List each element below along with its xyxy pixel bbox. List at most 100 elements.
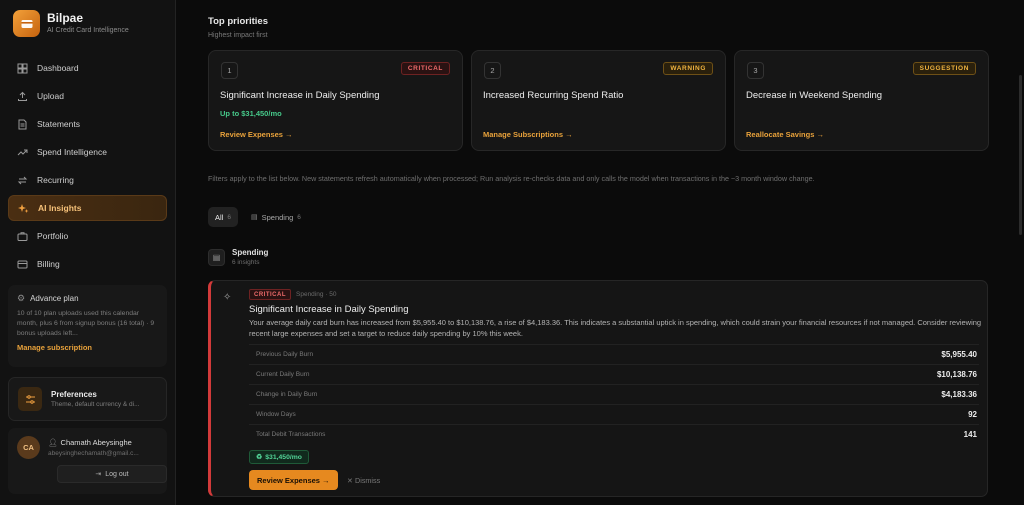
tab-label: Spending — [261, 212, 294, 222]
preferences-title: Preferences — [51, 390, 97, 399]
preferences-subtitle: Theme, default currency & di... — [51, 401, 140, 408]
manage-subscription-link[interactable]: Manage subscription — [17, 343, 158, 352]
metric-value: $4,183.36 — [941, 390, 977, 399]
metric-row: Change in Daily Burn $4,183.36 — [249, 384, 979, 404]
metrics-table: Previous Daily Burn $5,955.40 Current Da… — [249, 344, 979, 444]
sidebar-item-dashboard[interactable]: Dashboard — [8, 55, 167, 81]
filter-tabs: All 6 ▤ Spending 6 — [208, 207, 314, 227]
close-icon: ✕ — [347, 476, 356, 485]
severity-badge: CRITICAL — [400, 62, 450, 75]
sidebar-item-label: AI Insights — [38, 203, 82, 213]
document-icon: ▤ — [250, 214, 258, 221]
plan-title: Advance plan — [30, 294, 79, 303]
sidebar: Bilpae AI Credit Card Intelligence Dashb… — [0, 0, 176, 505]
severity-badge: SUGGESTION — [912, 62, 976, 75]
impact-amount-chip: ♻︎ $31,450/mo — [249, 450, 309, 464]
insight-meta: Spending · 50 — [296, 291, 337, 298]
severity-badge: WARNING — [663, 62, 713, 75]
insight-card: ✧ CRITICAL Spending · 50 Significant Inc… — [208, 280, 988, 497]
briefcase-icon — [16, 230, 28, 242]
priority-amount: Up to $31,450/mo — [220, 109, 282, 118]
priority-card[interactable]: 3 SUGGESTION Decrease in Weekend Spendin… — [734, 50, 989, 151]
group-title: Spending — [232, 248, 269, 257]
sidebar-item-label: Portfolio — [37, 231, 69, 241]
avatar: CA — [17, 436, 40, 459]
sidebar-item-statements[interactable]: Statements — [8, 111, 167, 137]
section-subtitle: Highest impact first — [208, 32, 268, 39]
priority-action-link[interactable]: Review Expenses → — [220, 130, 293, 139]
insight-title: Significant Increase in Daily Spending — [249, 304, 409, 315]
document-icon — [16, 118, 28, 130]
tab-spending[interactable]: ▤ Spending 6 — [244, 207, 308, 227]
tab-label: All — [215, 212, 224, 222]
scrollbar[interactable] — [1019, 75, 1022, 235]
plan-panel: ⚙ Advance plan 10 of 10 plan uploads use… — [8, 285, 167, 367]
group-count: 6 insights — [232, 259, 260, 266]
sidebar-item-spend-intelligence[interactable]: Spend Intelligence — [8, 139, 167, 165]
sidebar-item-recurring[interactable]: Recurring — [8, 167, 167, 193]
severity-badge: CRITICAL — [249, 289, 291, 300]
logo-icon — [13, 10, 40, 37]
preferences-button[interactable]: Preferences Theme, default currency & di… — [8, 377, 167, 421]
metric-label: Window Days — [256, 411, 296, 418]
brand-tagline: AI Credit Card Intelligence — [47, 27, 129, 34]
dismiss-label: Dismiss — [355, 476, 381, 485]
gear-icon: ⚙ — [17, 293, 26, 303]
user-name: Chamath Abeysinghe — [60, 438, 132, 447]
insight-description: Your average daily card burn has increas… — [249, 318, 982, 338]
priority-action-link[interactable]: Manage Subscriptions → — [483, 130, 573, 139]
metric-row: Window Days 92 — [249, 404, 979, 424]
sidebar-item-ai-insights[interactable]: AI Insights — [8, 195, 167, 221]
tab-all[interactable]: All 6 — [208, 207, 238, 227]
filter-note: Filters apply to the list below. New sta… — [208, 174, 815, 183]
priority-title: Decrease in Weekend Spending — [746, 90, 883, 101]
sidebar-item-portfolio[interactable]: Portfolio — [8, 223, 167, 249]
repeat-icon — [16, 174, 28, 186]
card-icon — [16, 258, 28, 270]
sidebar-item-label: Dashboard — [37, 63, 79, 73]
priority-number: 2 — [484, 62, 501, 79]
logout-button[interactable]: ⇥ Log out — [57, 465, 167, 483]
metric-row: Current Daily Burn $10,138.76 — [249, 364, 979, 384]
metric-row: Previous Daily Burn $5,955.40 — [249, 344, 979, 364]
priority-card[interactable]: 1 CRITICAL Significant Increase in Daily… — [208, 50, 463, 151]
review-expenses-button[interactable]: Review Expenses → — [249, 470, 338, 490]
tab-count: 6 — [227, 213, 231, 221]
sidebar-item-billing[interactable]: Billing — [8, 251, 167, 277]
upload-icon — [16, 90, 28, 102]
piggy-bank-icon: ♻︎ — [256, 454, 263, 461]
document-icon: ▤ — [208, 248, 225, 266]
logout-label: Log out — [105, 470, 129, 478]
logout-icon: ⇥ — [95, 471, 102, 478]
sidebar-item-label: Billing — [37, 259, 60, 269]
sparkle-icon — [17, 202, 29, 214]
user-panel: CA 👤︎ Chamath Abeysinghe abeysinghechamat… — [8, 428, 167, 494]
main-content: Top priorities Highest impact first 1 CR… — [177, 0, 1024, 505]
impact-amount: $31,450/mo — [265, 453, 302, 461]
group-header: ▤ Spending 6 insights — [208, 248, 268, 266]
sliders-icon — [18, 387, 42, 411]
metric-value: $10,138.76 — [936, 370, 977, 379]
sidebar-item-upload[interactable]: Upload — [8, 83, 167, 109]
section-title: Top priorities — [208, 16, 268, 27]
dismiss-button[interactable]: ✕ Dismiss — [347, 476, 380, 485]
priority-number: 3 — [747, 62, 764, 79]
metric-row: Total Debit Transactions 141 — [249, 424, 979, 444]
sparkle-icon: ✧ — [223, 292, 232, 303]
metric-value: 92 — [968, 410, 977, 419]
sidebar-item-label: Recurring — [37, 175, 74, 185]
metric-value: 141 — [963, 430, 977, 439]
user-email: abeysinghechamath@gmail.c... — [48, 450, 139, 457]
metric-label: Current Daily Burn — [256, 371, 310, 378]
brand[interactable]: Bilpae AI Credit Card Intelligence — [13, 10, 129, 37]
metric-value: $5,955.40 — [941, 350, 977, 359]
priority-title: Significant Increase in Daily Spending — [220, 90, 380, 101]
priority-action-link[interactable]: Reallocate Savings → — [746, 130, 824, 139]
priority-card[interactable]: 2 WARNING Increased Recurring Spend Rati… — [471, 50, 726, 151]
metric-label: Change in Daily Burn — [256, 391, 318, 398]
sidebar-item-label: Spend Intelligence — [37, 147, 107, 157]
tab-count: 6 — [297, 213, 301, 221]
metric-label: Total Debit Transactions — [256, 431, 326, 438]
sidebar-item-label: Statements — [37, 119, 80, 129]
user-icon: 👤︎ — [48, 438, 58, 447]
